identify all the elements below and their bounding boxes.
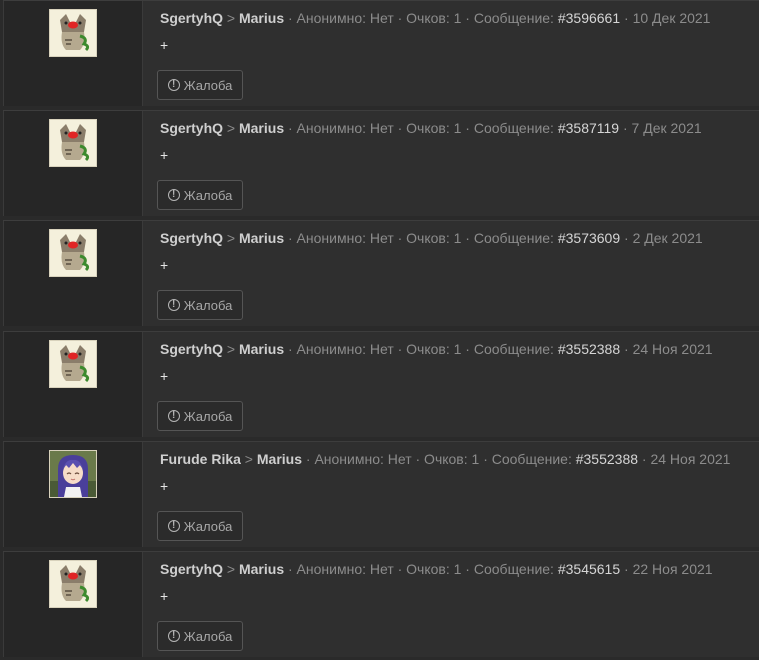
avatar[interactable]	[49, 119, 97, 167]
report-button[interactable]: ! Жалоба	[157, 180, 243, 210]
avatar[interactable]	[49, 450, 97, 498]
post-content: +	[160, 147, 169, 163]
post-item: SgertyhQ > Marius · Анонимно: Нет · Очко…	[3, 331, 759, 437]
meta-info: · Анонимно: Нет · Очков: 1 · Сообщение:	[288, 230, 554, 246]
arrow-separator: >	[226, 341, 236, 357]
post-item: SgertyhQ > Marius · Анонимно: Нет · Очко…	[3, 220, 759, 326]
author-link[interactable]: SgertyhQ	[160, 561, 223, 577]
report-label: Жалоба	[183, 408, 233, 424]
report-button[interactable]: ! Жалоба	[157, 70, 243, 100]
avatar[interactable]	[49, 560, 97, 608]
meta-info: · Анонимно: Нет · Очков: 1 · Сообщение:	[288, 120, 554, 136]
post-content: +	[160, 478, 169, 494]
arrow-separator: >	[244, 451, 253, 467]
arrow-separator: >	[226, 561, 236, 577]
post-date: · 7 Дек 2021	[622, 120, 702, 136]
exclamation-circle-icon: !	[167, 299, 180, 311]
author-link[interactable]: SgertyhQ	[160, 341, 223, 357]
anime-girl-avatar-icon	[50, 451, 96, 497]
author-link[interactable]: SgertyhQ	[160, 10, 223, 26]
report-label: Жалоба	[183, 628, 233, 644]
cat-avatar-icon	[50, 230, 96, 276]
author-link[interactable]: SgertyhQ	[160, 120, 223, 136]
post-meta: Furude Rika > Marius · Анонимно: Нет · О…	[160, 451, 759, 467]
report-label: Жалоба	[183, 297, 233, 313]
post-meta: SgertyhQ > Marius · Анонимно: Нет · Очко…	[160, 341, 759, 357]
report-button[interactable]: ! Жалоба	[157, 511, 243, 541]
message-link[interactable]: #3545615	[558, 561, 620, 577]
cat-avatar-icon	[50, 120, 96, 166]
post-meta: SgertyhQ > Marius · Анонимно: Нет · Очко…	[160, 10, 759, 26]
avatar-column	[3, 332, 143, 437]
post-date: · 2 Дек 2021	[624, 230, 703, 246]
exclamation-circle-icon: !	[167, 630, 180, 642]
reputation-feed: SgertyhQ > Marius · Анонимно: Нет · Очко…	[0, 0, 759, 660]
message-link[interactable]: #3552388	[558, 341, 620, 357]
recipient-link[interactable]: Marius	[257, 451, 302, 467]
report-button[interactable]: ! Жалоба	[157, 401, 243, 431]
post-content: +	[160, 368, 169, 384]
post-meta: SgertyhQ > Marius · Анонимно: Нет · Очко…	[160, 120, 759, 136]
post-item: Furude Rika > Marius · Анонимно: Нет · О…	[3, 441, 759, 547]
report-label: Жалоба	[183, 187, 233, 203]
post-date: · 22 Ноя 2021	[624, 561, 713, 577]
post-content: +	[160, 257, 169, 273]
message-link[interactable]: #3573609	[558, 230, 620, 246]
avatar-column	[3, 221, 143, 326]
post-meta: SgertyhQ > Marius · Анонимно: Нет · Очко…	[160, 230, 759, 246]
author-link[interactable]: SgertyhQ	[160, 230, 223, 246]
meta-info: · Анонимно: Нет · Очков: 1 · Сообщение:	[288, 341, 554, 357]
exclamation-circle-icon: !	[167, 79, 180, 91]
avatar-column	[3, 111, 143, 216]
exclamation-circle-icon: !	[167, 410, 180, 422]
post-item: SgertyhQ > Marius · Анонимно: Нет · Очко…	[3, 110, 759, 216]
author-link[interactable]: Furude Rika	[160, 451, 241, 467]
recipient-link[interactable]: Marius	[239, 230, 284, 246]
recipient-link[interactable]: Marius	[239, 561, 284, 577]
avatar[interactable]	[49, 9, 97, 57]
post-date: · 24 Ноя 2021	[624, 341, 713, 357]
post-item: SgertyhQ > Marius · Анонимно: Нет · Очко…	[3, 0, 759, 106]
post-meta: SgertyhQ > Marius · Анонимно: Нет · Очко…	[160, 561, 759, 577]
message-link[interactable]: #3596661	[558, 10, 620, 26]
avatar-column	[3, 1, 143, 106]
arrow-separator: >	[226, 10, 236, 26]
exclamation-circle-icon: !	[167, 520, 180, 532]
meta-info: · Анонимно: Нет · Очков: 1 · Сообщение:	[305, 451, 572, 467]
avatar-column	[3, 442, 143, 547]
cat-avatar-icon	[50, 561, 96, 607]
avatar[interactable]	[49, 229, 97, 277]
report-label: Жалоба	[183, 77, 233, 93]
post-item: SgertyhQ > Marius · Анонимно: Нет · Очко…	[3, 551, 759, 657]
report-label: Жалоба	[183, 518, 233, 534]
post-content: +	[160, 37, 169, 53]
arrow-separator: >	[226, 120, 236, 136]
arrow-separator: >	[226, 230, 236, 246]
cat-avatar-icon	[50, 10, 96, 56]
cat-avatar-icon	[50, 341, 96, 387]
message-link[interactable]: #3552388	[576, 451, 638, 467]
report-button[interactable]: ! Жалоба	[157, 290, 243, 320]
avatar-column	[3, 552, 143, 657]
post-content: +	[160, 588, 169, 604]
message-link[interactable]: #3587119	[558, 120, 619, 136]
report-button[interactable]: ! Жалоба	[157, 621, 243, 651]
post-date: · 10 Дек 2021	[624, 10, 711, 26]
recipient-link[interactable]: Marius	[239, 341, 284, 357]
post-date: · 24 Ноя 2021	[641, 451, 731, 467]
recipient-link[interactable]: Marius	[239, 120, 284, 136]
meta-info: · Анонимно: Нет · Очков: 1 · Сообщение:	[288, 561, 554, 577]
recipient-link[interactable]: Marius	[239, 10, 284, 26]
avatar[interactable]	[49, 340, 97, 388]
meta-info: · Анонимно: Нет · Очков: 1 · Сообщение:	[288, 10, 554, 26]
exclamation-circle-icon: !	[167, 189, 180, 201]
